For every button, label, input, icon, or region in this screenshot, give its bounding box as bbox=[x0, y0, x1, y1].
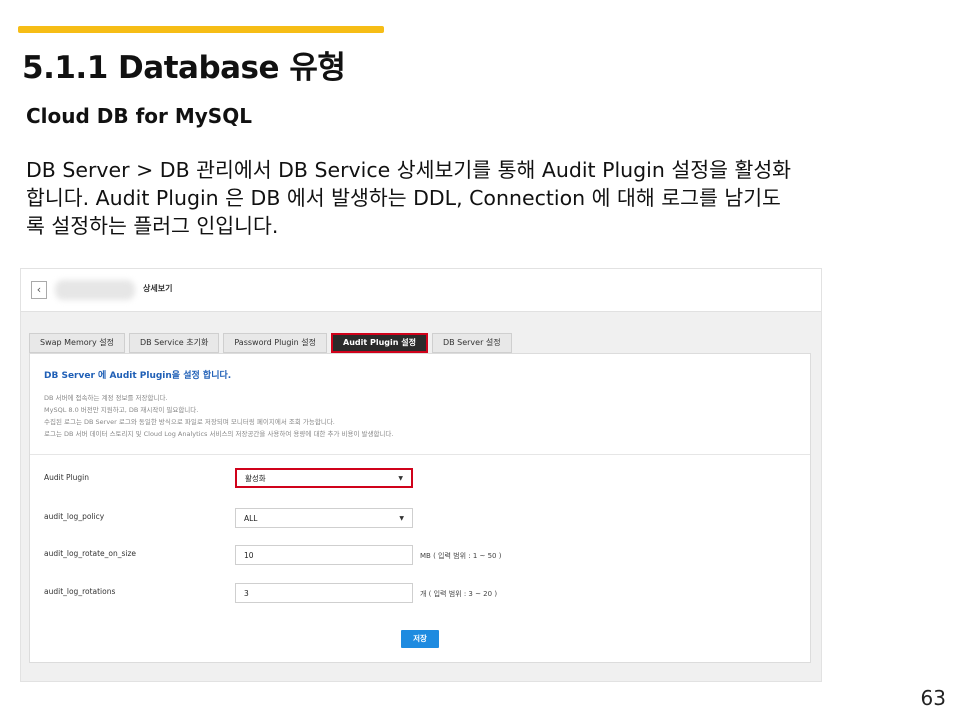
audit-log-rotations-input[interactable]: 3 bbox=[235, 583, 413, 603]
caret-down-icon: ▼ bbox=[398, 475, 403, 482]
info-line: 수집된 로그는 DB Server 로그와 동일한 방식으로 파일로 저장되며 … bbox=[44, 418, 335, 426]
tab-db-server[interactable]: DB Server 설정 bbox=[431, 333, 512, 353]
audit-log-policy-select[interactable]: ALL ▼ bbox=[235, 508, 413, 528]
audit-log-rotate-on-size-value: 10 bbox=[244, 551, 254, 560]
audit-plugin-value: 활성화 bbox=[245, 474, 266, 483]
paragraph-line: 록 설정하는 플러그 인입니다. bbox=[26, 214, 279, 238]
chevron-left-icon[interactable]: ‹ bbox=[31, 281, 47, 299]
console-screenshot: ‹ 상세보기 Swap Memory 설정 DB Service 초기화 Pas… bbox=[20, 268, 822, 682]
audit-log-policy-label: audit_log_policy bbox=[44, 512, 105, 521]
accent-bar bbox=[18, 26, 384, 33]
audit-plugin-label: Audit Plugin bbox=[44, 473, 90, 482]
tab-audit-plugin[interactable]: Audit Plugin 설정 bbox=[331, 333, 428, 353]
audit-plugin-panel: DB Server 에 Audit Plugin을 설정 합니다. DB 서버에… bbox=[29, 353, 811, 663]
audit-log-rotations-value: 3 bbox=[244, 589, 249, 598]
audit-plugin-select[interactable]: 활성화 ▼ bbox=[235, 468, 413, 488]
caret-down-icon: ▼ bbox=[399, 515, 404, 522]
slide-title: 5.1.1 Database 유형 bbox=[22, 50, 346, 86]
section-subheading: Cloud DB for MySQL bbox=[26, 104, 252, 128]
rotate-size-range-hint: MB ( 입력 범위 : 1 ~ 50 ) bbox=[420, 552, 502, 560]
audit-log-rotate-on-size-label: audit_log_rotate_on_size bbox=[44, 549, 137, 558]
info-line: 로그는 DB 서버 데이터 스토리지 및 Cloud Log Analytics… bbox=[44, 430, 394, 438]
tab-password-plugin[interactable]: Password Plugin 설정 bbox=[223, 333, 328, 353]
detail-header: ‹ 상세보기 bbox=[21, 269, 821, 312]
settings-tabs: Swap Memory 설정 DB Service 초기화 Password P… bbox=[29, 333, 516, 353]
tab-swap-memory[interactable]: Swap Memory 설정 bbox=[29, 333, 125, 353]
paragraph-line: DB Server > DB 관리에서 DB Service 상세보기를 통해 … bbox=[26, 158, 792, 182]
blurred-service-name bbox=[55, 280, 135, 300]
divider bbox=[30, 454, 810, 455]
info-line: MySQL 8.0 버전만 지원하고, DB 재시작이 필요합니다. bbox=[44, 406, 199, 414]
header-title: 상세보기 bbox=[143, 284, 173, 293]
rotations-range-hint: 개 ( 입력 범위 : 3 ~ 20 ) bbox=[420, 590, 498, 598]
info-line: DB 서버에 접속하는 계정 정보를 저장합니다. bbox=[44, 394, 168, 402]
page-number: 63 bbox=[920, 686, 946, 710]
audit-log-rotate-on-size-input[interactable]: 10 bbox=[235, 545, 413, 565]
info-title: DB Server 에 Audit Plugin을 설정 합니다. bbox=[44, 371, 232, 381]
save-button[interactable]: 저장 bbox=[401, 630, 439, 648]
audit-log-policy-value: ALL bbox=[244, 514, 258, 523]
description-paragraph: DB Server > DB 관리에서 DB Service 상세보기를 통해 … bbox=[26, 156, 926, 240]
audit-log-rotations-label: audit_log_rotations bbox=[44, 587, 116, 596]
tab-db-service-reset[interactable]: DB Service 초기화 bbox=[128, 333, 220, 353]
paragraph-line: 합니다. Audit Plugin 은 DB 에서 발생하는 DDL, Conn… bbox=[26, 186, 781, 210]
